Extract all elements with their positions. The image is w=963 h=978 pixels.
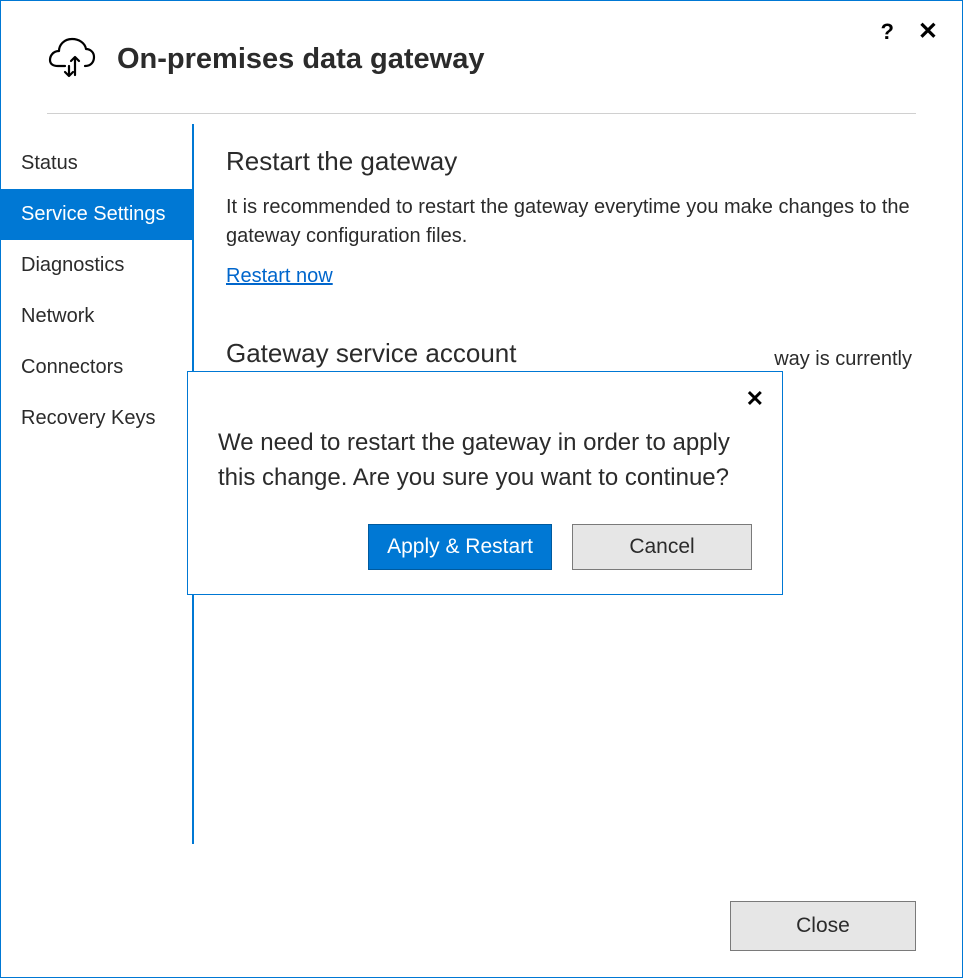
restart-now-link[interactable]: Restart now <box>226 265 333 288</box>
restart-section-desc: It is recommended to restart the gateway… <box>226 193 912 251</box>
gateway-window: ? ✕ On-premises data gateway Status Serv… <box>0 0 963 978</box>
confirm-restart-dialog: ✕ We need to restart the gateway in orde… <box>187 371 783 595</box>
dialog-message: We need to restart the gateway in order … <box>218 426 752 496</box>
help-icon[interactable]: ? <box>880 19 893 45</box>
account-section-partial-text: way is currently <box>774 348 912 371</box>
header-divider <box>47 113 916 114</box>
sidebar-item-network[interactable]: Network <box>1 291 192 342</box>
sidebar-item-recovery-keys[interactable]: Recovery Keys <box>1 393 192 444</box>
close-button[interactable]: Close <box>730 901 916 951</box>
dialog-close-icon[interactable]: ✕ <box>746 386 764 412</box>
cloud-gateway-icon <box>47 36 97 83</box>
sidebar: Status Service Settings Diagnostics Netw… <box>1 124 194 844</box>
apply-restart-button[interactable]: Apply & Restart <box>368 524 552 570</box>
window-close-icon[interactable]: ✕ <box>918 20 938 44</box>
page-title: On-premises data gateway <box>117 43 484 76</box>
cancel-button[interactable]: Cancel <box>572 524 752 570</box>
dialog-button-row: Apply & Restart Cancel <box>218 524 752 570</box>
window-header: On-premises data gateway <box>1 1 962 83</box>
sidebar-item-service-settings[interactable]: Service Settings <box>1 189 192 240</box>
window-footer: Close <box>730 901 916 951</box>
titlebar-controls: ? ✕ <box>880 19 938 45</box>
sidebar-item-diagnostics[interactable]: Diagnostics <box>1 240 192 291</box>
sidebar-item-connectors[interactable]: Connectors <box>1 342 192 393</box>
restart-section-title: Restart the gateway <box>226 146 912 177</box>
sidebar-item-status[interactable]: Status <box>1 138 192 189</box>
